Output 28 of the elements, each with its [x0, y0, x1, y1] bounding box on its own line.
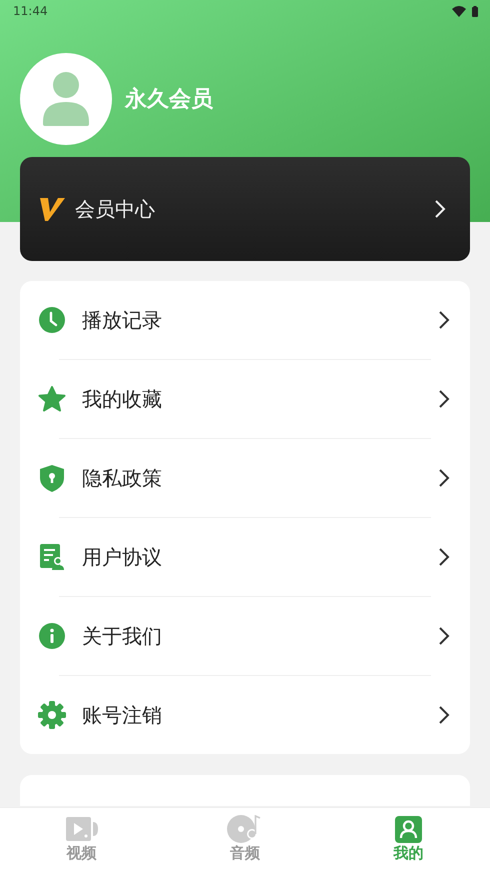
music-disc-icon: [226, 815, 263, 843]
clock-icon: [39, 307, 65, 333]
chevron-icon: [434, 199, 446, 219]
document-icon: [40, 544, 64, 570]
menu-item[interactable]: 账号注销: [40, 676, 450, 754]
menu-item[interactable]: 用户协议: [40, 518, 450, 596]
info-icon: [39, 623, 65, 649]
chevron-icon: [438, 547, 450, 567]
battery-icon: [472, 6, 478, 16]
vip-center-card[interactable]: 会员中心: [20, 157, 470, 261]
status-time: 11:44: [13, 3, 48, 20]
chevron-icon: [438, 310, 450, 330]
chevron-icon: [438, 468, 450, 488]
menu-item[interactable]: 播放记录: [40, 281, 450, 359]
profile-icon: [394, 816, 422, 842]
chevron-icon: [438, 626, 450, 646]
chevron-icon: [438, 705, 450, 725]
video-icon: [66, 816, 98, 842]
shield-lock-icon: [40, 464, 64, 492]
menu-item[interactable]: 我的收藏: [40, 360, 450, 438]
menu-item[interactable]: 关于我们: [40, 597, 450, 675]
wifi-icon: [452, 6, 466, 16]
chevron-icon: [438, 389, 450, 409]
person-icon: [43, 72, 89, 126]
v-logo-icon: [40, 198, 65, 220]
profile-name: 永久会员: [125, 86, 213, 114]
star-icon: [38, 386, 66, 412]
menu-item[interactable]: 隐私政策: [40, 439, 450, 517]
